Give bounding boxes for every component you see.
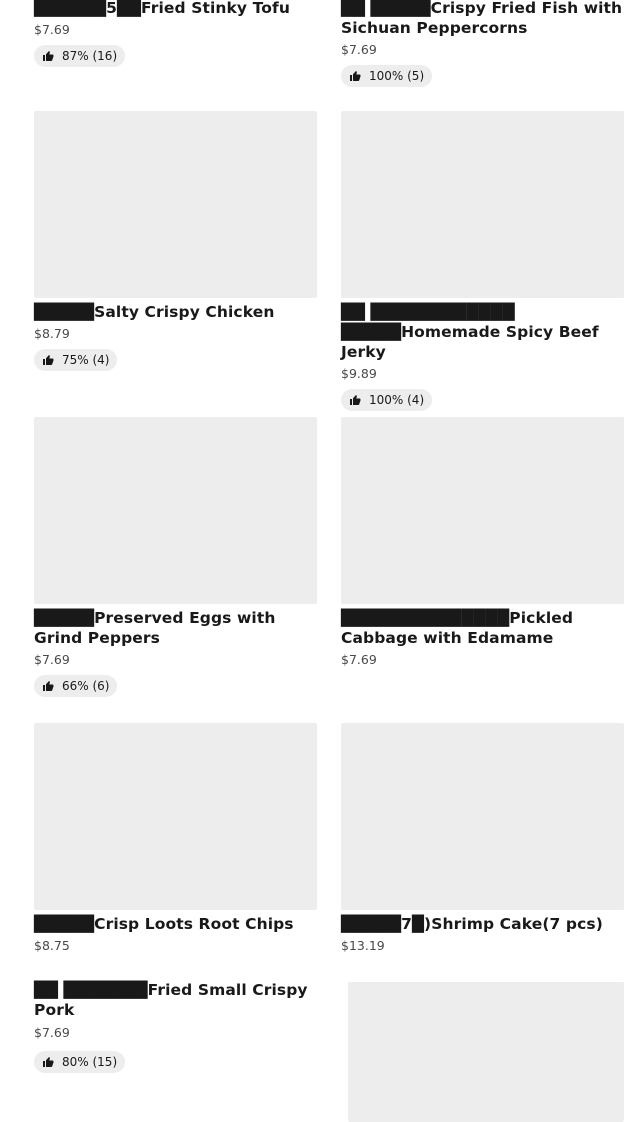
menu-item-card[interactable]: █████Salty Crispy Chicken $8.79 75% (4) (34, 111, 317, 371)
rating-badge: 75% (4) (34, 349, 118, 371)
rating-badge: 100% (5) (341, 65, 433, 87)
item-price: $7.69 (341, 42, 377, 57)
menu-item-card[interactable]: ██ ████████████ █████Homemade Spicy Beef… (341, 111, 624, 411)
thumbs-up-icon (43, 1057, 54, 1067)
item-image[interactable] (34, 723, 317, 910)
rating-text: 100% (4) (369, 393, 425, 407)
item-title: █████7█)Shrimp Cake(7 pcs) (341, 915, 603, 933)
item-image[interactable] (341, 111, 624, 298)
rating-text: 66% (6) (62, 679, 110, 693)
rating-text: 100% (5) (369, 69, 425, 83)
item-price: $7.69 (34, 1025, 70, 1040)
menu-item-card[interactable]: █████Preserved Eggs with Grind Peppers $… (34, 417, 317, 697)
item-image[interactable] (341, 417, 624, 604)
item-price: $7.69 (34, 652, 70, 667)
item-title: ██████████████Pickled Cabbage with Edama… (341, 609, 574, 647)
thumbs-up-icon (43, 355, 54, 365)
thumbs-up-icon (43, 681, 54, 691)
item-price: $9.89 (341, 366, 377, 381)
thumbs-up-icon (350, 395, 361, 405)
item-title: █████Preserved Eggs with Grind Peppers (34, 609, 276, 647)
item-image[interactable] (34, 417, 317, 604)
item-image[interactable] (348, 982, 624, 1122)
rating-badge: 66% (6) (34, 675, 118, 697)
item-title: █████Salty Crispy Chicken (34, 303, 275, 321)
thumbs-up-icon (43, 51, 54, 61)
rating-text: 75% (4) (62, 353, 110, 367)
rating-badge: 100% (4) (341, 389, 433, 411)
item-image[interactable] (34, 111, 317, 298)
item-title: █████Crisp Loots Root Chips (34, 915, 294, 933)
item-title: ██████5██Fried Stinky Tofu (34, 0, 290, 17)
item-price: $7.69 (34, 22, 70, 37)
rating-text: 80% (15) (62, 1055, 118, 1069)
item-price: $13.19 (341, 938, 385, 953)
thumbs-up-icon (350, 71, 361, 81)
item-price: $8.79 (34, 326, 70, 341)
menu-item-card[interactable]: █████Crisp Loots Root Chips $8.75 (34, 723, 317, 954)
item-title: ██ █████Crispy Fried Fish with Sichuan P… (341, 0, 623, 37)
rating-badge: 87% (16) (34, 45, 126, 67)
menu-item-card[interactable]: █████7█)Shrimp Cake(7 pcs) $13.19 (341, 723, 624, 954)
rating-badge: 80% (15) (34, 1051, 126, 1073)
rating-text: 87% (16) (62, 49, 118, 63)
menu-item-card[interactable]: ██████5██Fried Stinky Tofu $7.69 87% (16… (34, 0, 317, 67)
menu-item-card[interactable]: ██ ███████Fried Small Crispy Pork $7.69 … (34, 980, 334, 1073)
item-title: ██ ████████████ █████Homemade Spicy Beef… (341, 303, 599, 361)
item-title: ██ ███████Fried Small Crispy Pork (34, 981, 308, 1019)
menu-item-card[interactable]: ██████████████Pickled Cabbage with Edama… (341, 417, 624, 668)
item-price: $7.69 (341, 652, 377, 667)
item-price: $8.75 (34, 938, 70, 953)
menu-item-card[interactable]: ██ █████Crispy Fried Fish with Sichuan P… (341, 0, 624, 87)
item-image[interactable] (341, 723, 624, 910)
